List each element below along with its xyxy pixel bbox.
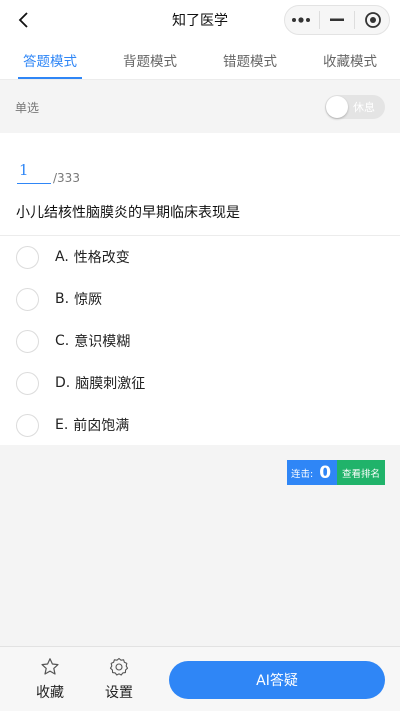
minimize-button[interactable] (322, 7, 352, 33)
question-type-row: 单选 休息 (0, 81, 400, 133)
favorite-label: 收藏 (36, 685, 64, 701)
tab-favorite-mode[interactable]: 收藏模式 (300, 40, 400, 79)
close-button[interactable] (358, 7, 388, 33)
settings-label: 设置 (105, 685, 133, 701)
option-list: A. 性格改变 B. 惊厥 C. 意识模糊 D. 脑膜刺激征 E. 前囟饱满 (0, 236, 400, 446)
radio-icon[interactable] (16, 245, 39, 269)
star-icon (41, 658, 59, 675)
chevron-left-icon (18, 12, 28, 28)
radio-icon[interactable] (16, 287, 39, 311)
option-text: 惊厥 (74, 292, 103, 308)
radio-icon[interactable] (16, 329, 39, 353)
option-b[interactable]: B. 惊厥 (0, 278, 400, 320)
option-key: D. (55, 375, 71, 391)
capsule-divider (354, 11, 356, 29)
streak-badge: 连击: 0 查看排名 (287, 460, 386, 485)
capsule-divider (318, 11, 320, 29)
view-ranking-button[interactable]: 查看排名 (337, 460, 386, 485)
question-type-label: 单选 (15, 100, 40, 115)
question-number: 1 /333 (17, 158, 80, 185)
question-card: 1 /333 小儿结核性脑膜炎的早期临床表现是 A. 性格改变 B. 惊厥 C.… (0, 133, 400, 445)
capsule-menu (284, 5, 390, 35)
settings-button[interactable]: 设置 (99, 657, 139, 702)
option-text: 脑膜刺激征 (75, 376, 146, 392)
more-dots-icon (292, 17, 311, 23)
tab-answer-mode[interactable]: 答题模式 (0, 40, 100, 79)
option-text: 意识模糊 (74, 334, 131, 350)
back-button[interactable] (10, 6, 38, 34)
tab-recite-mode[interactable]: 背题模式 (100, 40, 200, 79)
radio-icon[interactable] (16, 371, 39, 395)
question-number-input[interactable]: 1 (17, 158, 51, 184)
nav-bar: 知了医学 (0, 0, 400, 40)
favorite-button[interactable]: 收藏 (30, 657, 70, 702)
streak-count: 0 (319, 462, 332, 483)
minus-icon (329, 18, 344, 21)
option-text: 性格改变 (73, 250, 130, 266)
toggle-knob (326, 96, 348, 118)
option-key: C. (55, 333, 70, 349)
option-e[interactable]: E. 前囟饱满 (0, 404, 400, 446)
question-total: /333 (53, 171, 80, 185)
option-key: E. (55, 417, 69, 433)
target-circle-icon (364, 12, 381, 28)
radio-icon[interactable] (16, 413, 39, 437)
tab-wrong-mode[interactable]: 错题模式 (200, 40, 300, 79)
gear-icon (109, 657, 129, 676)
option-key: B. (55, 291, 70, 307)
option-text: 前囟饱满 (73, 418, 130, 434)
option-key: A. (55, 249, 69, 265)
more-button[interactable] (286, 7, 316, 33)
ai-answer-button[interactable]: AI答疑 (169, 661, 385, 699)
option-c[interactable]: C. 意识模糊 (0, 320, 400, 362)
streak-counter: 连击: 0 (287, 460, 338, 485)
option-a[interactable]: A. 性格改变 (0, 236, 400, 278)
rest-toggle-label: 休息 (353, 101, 375, 114)
streak-label: 连击: (291, 468, 314, 480)
option-d[interactable]: D. 脑膜刺激征 (0, 362, 400, 404)
mode-tabs: 答题模式 背题模式 错题模式 收藏模式 (0, 40, 400, 80)
page-title: 知了医学 (172, 13, 228, 29)
rest-toggle[interactable]: 休息 (325, 95, 385, 119)
bottom-toolbar: 收藏 设置 AI答疑 (0, 646, 400, 711)
question-stem: 小儿结核性脑膜炎的早期临床表现是 (16, 205, 240, 221)
